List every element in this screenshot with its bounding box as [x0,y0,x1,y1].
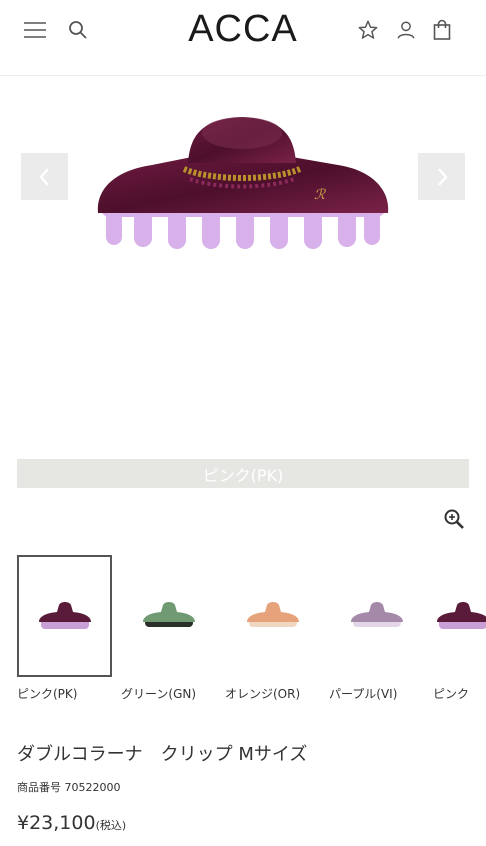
swatch-label: オレンジ(OR) [225,687,301,701]
swatch-orange[interactable]: オレンジ(OR) [225,555,320,707]
gallery-next-button[interactable] [418,153,465,200]
swatch-label: グリーン(GN) [121,687,197,701]
price-value: ¥23,100 [17,812,96,834]
user-icon[interactable] [392,16,420,44]
shopping-bag-icon[interactable] [428,16,456,44]
selected-color-caption: ピンク(PK) [17,459,469,488]
gallery-prev-button[interactable] [21,153,68,200]
swatch-thumbnail [17,555,112,677]
swatch-thumbnail [433,555,486,677]
zoom-in-icon[interactable] [440,505,468,533]
swatch-label: ピンク(PK) [17,687,78,701]
svg-text:ℛ: ℛ [314,187,326,203]
product-title: ダブルコラーナ クリップ Mサイズ [17,744,308,765]
chevron-right-icon [437,167,448,186]
swatch-pink[interactable]: ピンク(PK) [17,555,112,707]
chevron-left-icon [38,167,49,186]
product-price: ¥23,100(税込) [17,812,126,834]
product-gallery: ℛ ピンク(PK) [0,77,486,497]
swatch-thumbnail [121,555,216,677]
site-header: ACCA [0,0,486,76]
swatch-thumbnail [329,555,424,677]
color-swatch-list: ピンク(PK) グリーン(GN) オレンジ(OR) パープル(VI) ピンク [0,555,486,707]
product-sku: 商品番号 70522000 [17,781,121,794]
swatch-thumbnail [225,555,320,677]
swatch-pink-2[interactable]: ピンク [433,555,486,707]
swatch-purple[interactable]: パープル(VI) [329,555,424,707]
swatch-label: ピンク [433,687,470,701]
swatch-label: パープル(VI) [329,687,398,701]
swatch-green[interactable]: グリーン(GN) [121,555,216,707]
product-main-image: ℛ [97,117,389,249]
tax-note: (税込) [95,819,127,832]
star-icon[interactable] [354,16,382,44]
